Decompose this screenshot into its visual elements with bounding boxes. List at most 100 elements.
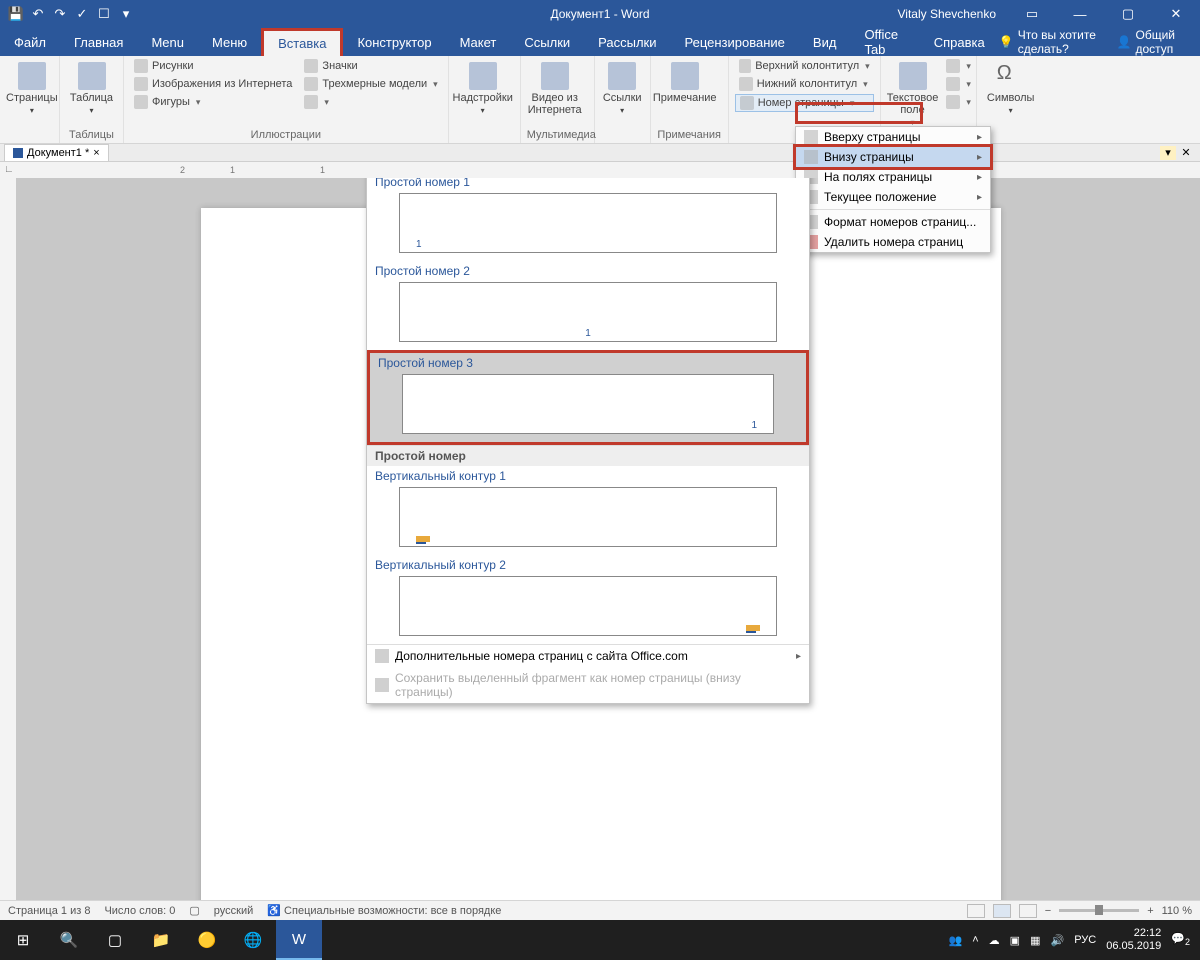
gallery-item-accent-2[interactable]: Вертикальный контур 2 (367, 555, 809, 644)
close-tab-icon[interactable]: × (93, 147, 99, 159)
tray-onedrive-icon[interactable]: ☁ (989, 934, 1000, 947)
header-button[interactable]: Верхний колонтитул▾ (735, 58, 874, 74)
dropcap-button[interactable]: ▾ (942, 94, 975, 110)
tab-menu-en[interactable]: Menu (137, 28, 198, 56)
status-page[interactable]: Страница 1 из 8 (8, 905, 90, 917)
start-button[interactable]: ⊞ (0, 920, 46, 960)
share-button[interactable]: 👤Общий доступ (1117, 28, 1186, 56)
online-video-button[interactable]: Видео из Интернета (527, 58, 583, 116)
tab-layout[interactable]: Макет (446, 28, 511, 56)
yandex-browser-button[interactable]: 🟡 (184, 920, 230, 960)
word-taskbar-button[interactable]: W (276, 920, 322, 960)
qat-dropdown-icon[interactable]: ▾ (116, 4, 136, 24)
tab-menu-ru[interactable]: Меню (198, 28, 261, 56)
gallery-more-from-office[interactable]: Дополнительные номера страниц с сайта Of… (367, 645, 809, 667)
gallery-item-plain-2[interactable]: Простой номер 2 1 (367, 261, 809, 350)
tabs-close-button[interactable]: ✕ (1178, 146, 1194, 160)
tab-mailings[interactable]: Рассылки (584, 28, 670, 56)
zoom-in-button[interactable]: + (1147, 905, 1153, 917)
chrome-button[interactable]: 🌐 (230, 920, 276, 960)
pages-button[interactable]: Страницы▾ (6, 58, 58, 115)
menu-current-position[interactable]: Текущее положение▸ (796, 187, 990, 207)
online-pictures-button[interactable]: Изображения из Интернета (130, 76, 296, 92)
tab-selector[interactable]: ∟ (4, 164, 14, 174)
group-illustrations-label: Иллюстрации (130, 129, 442, 143)
tray-clock[interactable]: 22:12 06.05.2019 (1106, 927, 1161, 953)
pictures-button[interactable]: Рисунки (130, 58, 296, 74)
smartart-button[interactable]: ▾ (300, 94, 441, 110)
icons-button[interactable]: Значки (300, 58, 441, 74)
gallery-item-plain-3[interactable]: Простой номер 3 1 (367, 350, 809, 445)
close-button[interactable]: ✕ (1156, 0, 1196, 28)
accent-mark-icon (746, 625, 760, 631)
parts-icon (946, 59, 960, 73)
3d-models-button[interactable]: Трехмерные модели▾ (300, 76, 441, 92)
view-read-button[interactable] (967, 904, 985, 918)
tab-design[interactable]: Конструктор (343, 28, 445, 56)
status-proofing[interactable]: ▢ (189, 904, 199, 917)
tab-officetab[interactable]: Office Tab (850, 28, 919, 56)
menu-page-margins[interactable]: На полях страницы▸ (796, 167, 990, 187)
zoom-slider[interactable] (1059, 909, 1139, 912)
new-tab-button[interactable]: ▾ (1160, 146, 1176, 160)
zoom-value[interactable]: 110 % (1162, 905, 1192, 917)
tab-review[interactable]: Рецензирование (671, 28, 799, 56)
footer-button[interactable]: Нижний колонтитул▾ (735, 76, 874, 92)
symbols-button[interactable]: ΩСимволы▾ (983, 58, 1039, 115)
tray-up-icon[interactable]: ˄ (972, 934, 978, 946)
tab-help[interactable]: Справка (920, 28, 999, 56)
save-icon[interactable]: 💾 (6, 4, 26, 24)
menu-bottom-of-page[interactable]: Внизу страницы▸ (793, 144, 993, 170)
dropcap-icon (946, 95, 960, 109)
document-tab[interactable]: Документ1 *× (4, 144, 109, 161)
minimize-button[interactable]: — (1060, 0, 1100, 28)
status-words[interactable]: Число слов: 0 (104, 905, 175, 917)
gallery-item-accent-1[interactable]: Вертикальный контур 1 (367, 466, 809, 555)
redo-icon[interactable]: ↷ (50, 4, 70, 24)
zoom-out-button[interactable]: − (1045, 905, 1051, 917)
tray-language[interactable]: РУС (1074, 934, 1096, 946)
status-language[interactable]: русский (214, 905, 253, 917)
tray-notifications-icon[interactable]: 💬2 (1171, 932, 1190, 947)
tray-volume-icon[interactable]: 🔊 (1050, 934, 1064, 947)
links-button[interactable]: Ссылки▾ (601, 58, 644, 115)
view-print-button[interactable] (993, 904, 1011, 918)
tab-references[interactable]: Ссылки (510, 28, 584, 56)
smartart-icon (304, 95, 318, 109)
task-view-button[interactable]: ▢ (92, 920, 138, 960)
page-number-gallery: Простой Простой номер 1 1 Простой номер … (366, 178, 810, 704)
quick-parts-button[interactable]: ▾ (942, 58, 975, 74)
preview-accent-2 (399, 576, 777, 636)
menu-remove-numbers[interactable]: Удалить номера страниц (796, 232, 990, 252)
preview-accent-1 (399, 487, 777, 547)
ribbon-options-icon[interactable]: ▭ (1012, 0, 1052, 28)
spellcheck-icon[interactable]: ✓ (72, 4, 92, 24)
tell-me-search[interactable]: 💡Что вы хотите сделать? (999, 28, 1105, 56)
gallery-save-selection: Сохранить выделенный фрагмент как номер … (367, 667, 809, 703)
menu-format-numbers[interactable]: Формат номеров страниц... (796, 212, 990, 232)
status-accessibility[interactable]: ♿ Специальные возможности: все в порядке (267, 904, 501, 917)
tab-home[interactable]: Главная (60, 28, 137, 56)
shapes-button[interactable]: Фигуры▾ (130, 94, 296, 110)
touch-mode-icon[interactable]: ☐ (94, 4, 114, 24)
tray-network-icon[interactable]: ▦ (1030, 934, 1040, 947)
tray-defender-icon[interactable]: ▣ (1010, 934, 1020, 947)
tab-file[interactable]: Файл (0, 28, 60, 56)
maximize-button[interactable]: ▢ (1108, 0, 1148, 28)
gallery-heading-plain-number: Простой номер (367, 445, 809, 466)
undo-icon[interactable]: ↶ (28, 4, 48, 24)
link-icon (608, 62, 636, 90)
search-button[interactable]: 🔍 (46, 920, 92, 960)
file-explorer-button[interactable]: 📁 (138, 920, 184, 960)
lightbulb-icon: 💡 (999, 35, 1014, 49)
view-web-button[interactable] (1019, 904, 1037, 918)
wordart-button[interactable]: ▾ (942, 76, 975, 92)
comment-button[interactable]: Примечание (657, 58, 713, 104)
addins-button[interactable]: Надстройки▾ (455, 58, 511, 115)
gallery-item-plain-1[interactable]: Простой номер 1 1 (367, 178, 809, 261)
tab-view[interactable]: Вид (799, 28, 851, 56)
user-name[interactable]: Vitaly Shevchenko (897, 7, 996, 21)
tray-people-icon[interactable]: 👥 (949, 934, 963, 947)
tab-insert[interactable]: Вставка (261, 28, 343, 56)
table-button[interactable]: Таблица▾ (66, 58, 117, 115)
